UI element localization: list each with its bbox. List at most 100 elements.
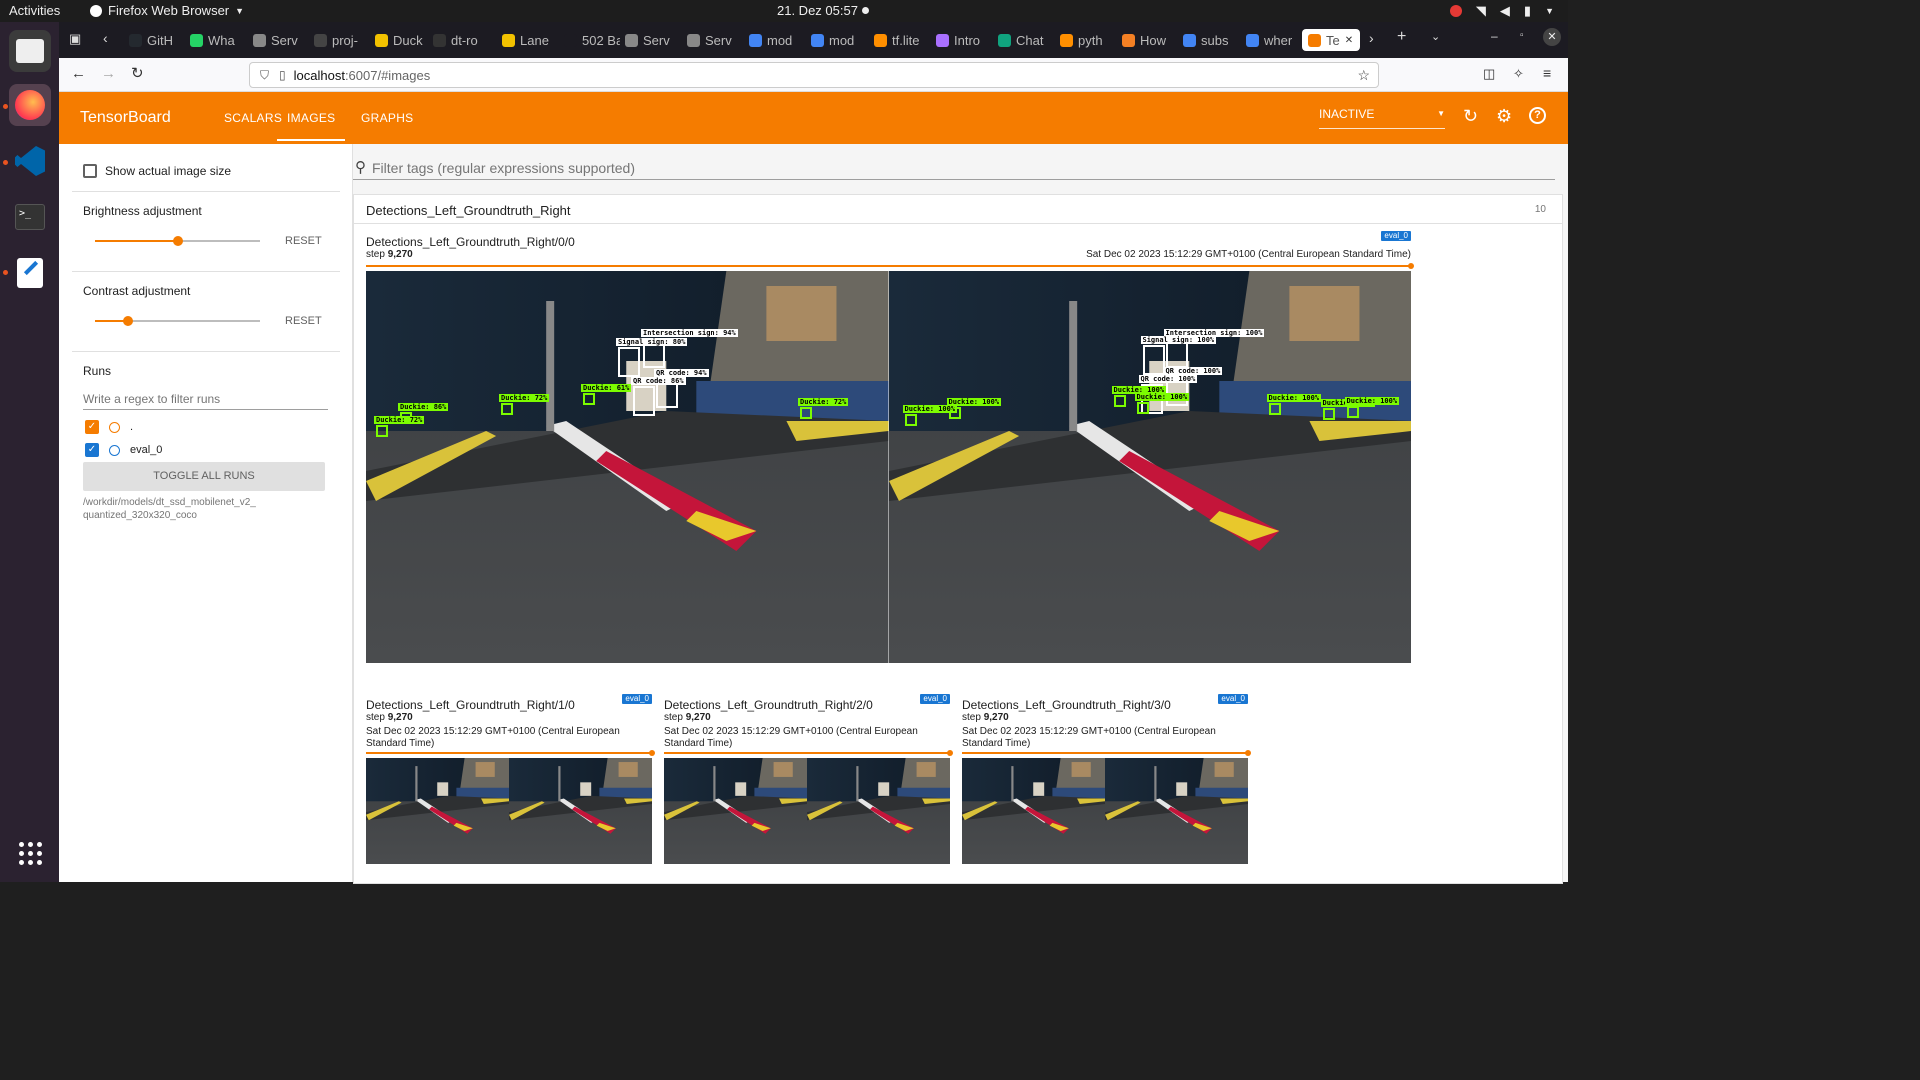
step-slider-knob[interactable]: [649, 750, 655, 756]
menu-icon[interactable]: ≡: [1543, 65, 1551, 81]
tab-scalars[interactable]: SCALARS: [224, 111, 282, 125]
step-slider[interactable]: [664, 750, 953, 756]
browser-tab[interactable]: 502 Bad: [564, 29, 620, 51]
tab-active[interactable]: Te ✕: [1302, 29, 1360, 51]
browser-tab[interactable]: Serv: [253, 29, 309, 51]
run-row[interactable]: ✓.: [85, 420, 133, 434]
step-slider-knob[interactable]: [1245, 750, 1251, 756]
firefox-icon[interactable]: [9, 84, 51, 126]
browser-tab[interactable]: Serv: [687, 29, 743, 51]
step-value: 9,270: [983, 712, 1009, 723]
detection-image[interactable]: [664, 758, 950, 864]
tab-overview-icon[interactable]: ▣: [69, 31, 81, 47]
back-icon[interactable]: ←: [71, 65, 86, 82]
brightness-slider[interactable]: [95, 236, 260, 246]
list-all-tabs-icon[interactable]: ⌄: [1431, 30, 1440, 43]
detection-image[interactable]: [962, 758, 1248, 864]
browser-tab[interactable]: Duck: [375, 29, 431, 51]
reload-icon[interactable]: ↻: [131, 64, 144, 82]
favicon-icon: [749, 33, 762, 47]
contrast-reset-button[interactable]: RESET: [285, 315, 322, 327]
files-icon[interactable]: [9, 30, 51, 72]
run-name: .: [130, 421, 134, 433]
browser-tab[interactable]: proj-: [314, 29, 370, 51]
shield-icon[interactable]: ⛉: [260, 68, 269, 83]
browser-tab[interactable]: subs: [1183, 29, 1239, 51]
text-editor-icon[interactable]: [9, 252, 51, 294]
browser-tab[interactable]: How: [1122, 29, 1178, 51]
step-slider[interactable]: [366, 750, 655, 756]
tab-label: mod: [829, 32, 855, 48]
brightness-reset-button[interactable]: RESET: [285, 235, 322, 247]
activities-button[interactable]: Activities: [9, 3, 60, 18]
new-tab-icon[interactable]: +: [1397, 28, 1406, 46]
run-checkbox[interactable]: ✓: [85, 443, 99, 457]
page-info-icon[interactable]: ▯: [279, 68, 286, 82]
help-icon[interactable]: ?: [1529, 107, 1546, 124]
browser-tab[interactable]: dt-ro: [433, 29, 489, 51]
browser-tab[interactable]: mod: [749, 29, 805, 51]
contrast-knob[interactable]: [123, 316, 133, 326]
pocket-icon[interactable]: ◫: [1483, 66, 1495, 82]
browser-tab[interactable]: wher: [1246, 29, 1302, 51]
bookmark-star-icon[interactable]: ☆: [1357, 67, 1370, 84]
browser-tab[interactable]: GitH: [129, 29, 185, 51]
browser-tab[interactable]: Serv: [625, 29, 681, 51]
favicon-icon: [1246, 33, 1259, 47]
maximize-icon[interactable]: ▫: [1520, 30, 1524, 41]
scroll-tabs-right-icon[interactable]: ›: [1369, 30, 1374, 46]
browser-tab[interactable]: Wha: [190, 29, 246, 51]
browser-tab[interactable]: Chat: [998, 29, 1054, 51]
app-name: Firefox Web Browser: [108, 3, 230, 18]
browser-tab[interactable]: tf.lite: [874, 29, 930, 51]
clock[interactable]: 21. Dez 05:57: [777, 3, 858, 18]
browser-tab[interactable]: Intro: [936, 29, 992, 51]
close-tab-icon[interactable]: ✕: [1345, 35, 1353, 46]
contrast-slider[interactable]: [95, 316, 260, 326]
app-menu[interactable]: Firefox Web Browser ▼: [90, 3, 244, 18]
detection-label: Duckie: 100%: [1344, 397, 1400, 405]
run-checkbox[interactable]: ✓: [85, 420, 99, 434]
detection-image[interactable]: [366, 758, 652, 864]
step-slider-knob[interactable]: [947, 750, 953, 756]
brightness-knob[interactable]: [172, 236, 183, 246]
show-actual-size-toggle[interactable]: Show actual image size: [83, 164, 231, 178]
tag-group-header[interactable]: Detections_Left_Groundtruth_Right 10: [354, 195, 1562, 224]
step-slider[interactable]: [366, 263, 1414, 269]
browser-tab[interactable]: mod: [811, 29, 867, 51]
checkbox[interactable]: [83, 164, 97, 178]
detection-image[interactable]: Intersection sign: 94% Signal sign: 80% QR…: [366, 271, 1411, 663]
runs-filter-input[interactable]: [83, 388, 328, 410]
url-bar[interactable]: ⛉ ▯ localhost :6007/#images ☆: [249, 62, 1379, 88]
run-color-icon[interactable]: [109, 421, 120, 433]
run-row[interactable]: ✓ eval_0: [85, 443, 162, 457]
terminal-icon[interactable]: >_: [9, 196, 51, 238]
step-label: step: [366, 249, 385, 260]
close-window-icon[interactable]: ✕: [1543, 28, 1561, 46]
tab-images[interactable]: IMAGES: [277, 111, 346, 141]
browser-tab[interactable]: pyth: [1060, 29, 1116, 51]
browser-tab[interactable]: Lane: [502, 29, 558, 51]
image-card-title: Detections_Left_Groundtruth_Right/0/0: [366, 235, 575, 249]
settings-gear-icon[interactable]: ⚙: [1496, 106, 1512, 127]
tag-filter-input[interactable]: [372, 158, 1172, 178]
toggle-all-runs-button[interactable]: TOGGLE ALL RUNS: [83, 462, 325, 491]
refresh-icon[interactable]: ↻: [1463, 106, 1478, 127]
detection-label: Duckie: 72%: [374, 416, 425, 424]
forward-icon[interactable]: →: [101, 65, 116, 82]
step-row: step 9,270: [962, 712, 1248, 723]
detection-box: [501, 403, 513, 415]
step-slider-knob[interactable]: [1408, 263, 1414, 269]
extensions-icon[interactable]: ✧: [1513, 66, 1524, 82]
favicon-icon: [502, 33, 515, 47]
run-color-icon[interactable]: [109, 444, 120, 456]
reload-status-select[interactable]: INACTIVE ▼: [1319, 107, 1445, 129]
system-tray[interactable]: ◥ ◀ ▮ ▼: [1449, 3, 1554, 19]
minimize-icon[interactable]: –: [1491, 29, 1498, 43]
tab-graphs[interactable]: GRAPHS: [361, 111, 413, 125]
step-slider[interactable]: [962, 750, 1251, 756]
show-apps-icon[interactable]: [9, 832, 51, 874]
tag-filter[interactable]: ⚲: [353, 158, 1555, 180]
scroll-tabs-left-icon[interactable]: ‹: [103, 30, 108, 46]
vscode-icon[interactable]: [9, 140, 51, 182]
